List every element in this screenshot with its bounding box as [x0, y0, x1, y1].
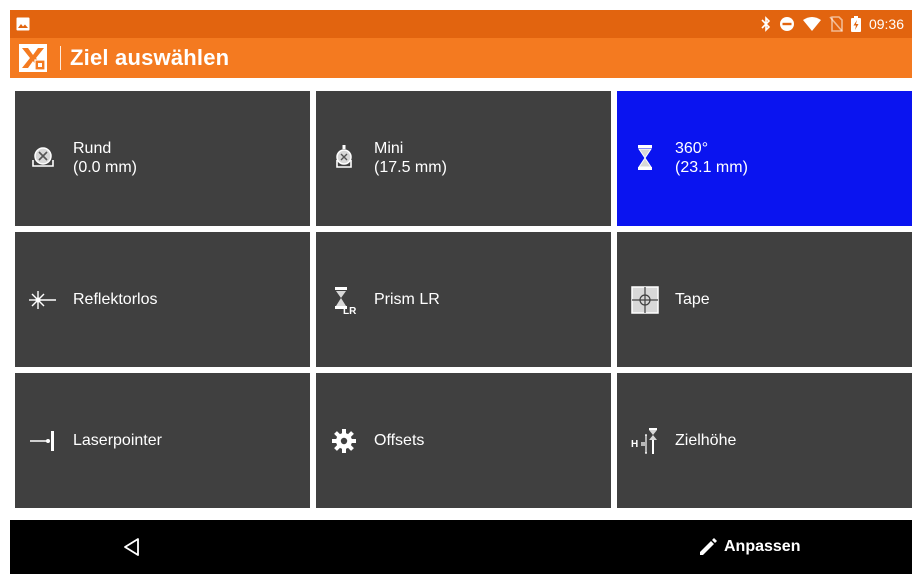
tile-label: Offsets — [374, 432, 425, 449]
title-divider — [60, 46, 61, 70]
prism-360-icon — [638, 145, 652, 170]
gear-icon — [332, 429, 356, 453]
tile-label: Zielhöhe — [675, 432, 737, 449]
customize-button[interactable]: Anpassen — [698, 520, 800, 574]
do-not-disturb-icon — [779, 17, 794, 31]
back-triangle-icon[interactable] — [121, 536, 143, 558]
pencil-icon — [700, 538, 717, 555]
image-icon — [16, 17, 30, 31]
target-grid: Rund (0.0 mm) Mini (17.5 mm) 360° (23.1 … — [10, 78, 912, 520]
title-bar: Ziel auswählen — [10, 38, 912, 78]
tape-target-icon — [631, 286, 659, 314]
bottom-bar: Anpassen — [10, 520, 912, 574]
wifi-icon — [802, 17, 821, 31]
target-height-icon: H — [631, 428, 657, 454]
tile-tape[interactable]: Tape — [617, 232, 912, 367]
tile-prism-lr[interactable]: LR Prism LR — [316, 232, 611, 367]
reflectorless-icon — [29, 291, 56, 309]
tile-label: Reflektorlos — [73, 291, 158, 308]
no-sim-icon — [829, 16, 843, 32]
status-time: 09:36 — [868, 16, 904, 32]
svg-text:LR: LR — [343, 306, 357, 314]
tile-label: Laserpointer — [73, 432, 162, 449]
tile-360[interactable]: 360° (23.1 mm) — [617, 91, 912, 226]
tile-label: Mini (17.5 mm) — [374, 140, 447, 176]
tile-mini[interactable]: Mini (17.5 mm) — [316, 91, 611, 226]
battery-charging-icon — [850, 16, 861, 32]
tile-label: Prism LR — [374, 291, 440, 308]
mini-prism-icon — [336, 145, 352, 168]
round-prism-icon — [32, 147, 54, 167]
svg-text:H: H — [631, 439, 638, 450]
tile-rund[interactable]: Rund (0.0 mm) — [15, 91, 310, 226]
tile-label: Tape — [675, 291, 710, 308]
tile-label: Rund (0.0 mm) — [73, 140, 137, 176]
status-bar: 09:36 — [10, 10, 912, 38]
tile-reflektorlos[interactable]: Reflektorlos — [15, 232, 310, 367]
tile-label: 360° (23.1 mm) — [675, 140, 748, 176]
bluetooth-icon — [761, 16, 771, 32]
customize-label: Anpassen — [724, 538, 801, 555]
laserpointer-icon — [30, 431, 54, 451]
tile-laserpointer[interactable]: Laserpointer — [15, 373, 310, 508]
screen: 09:36 Ziel auswählen Rund (0.0 mm) Mini … — [0, 0, 912, 574]
page-title: Ziel auswählen — [70, 45, 230, 70]
tile-zielhoehe[interactable]: H Zielhöhe — [617, 373, 912, 508]
prism-lr-icon: LR — [335, 287, 357, 314]
app-logo-icon[interactable] — [19, 44, 47, 72]
tile-offsets[interactable]: Offsets — [316, 373, 611, 508]
